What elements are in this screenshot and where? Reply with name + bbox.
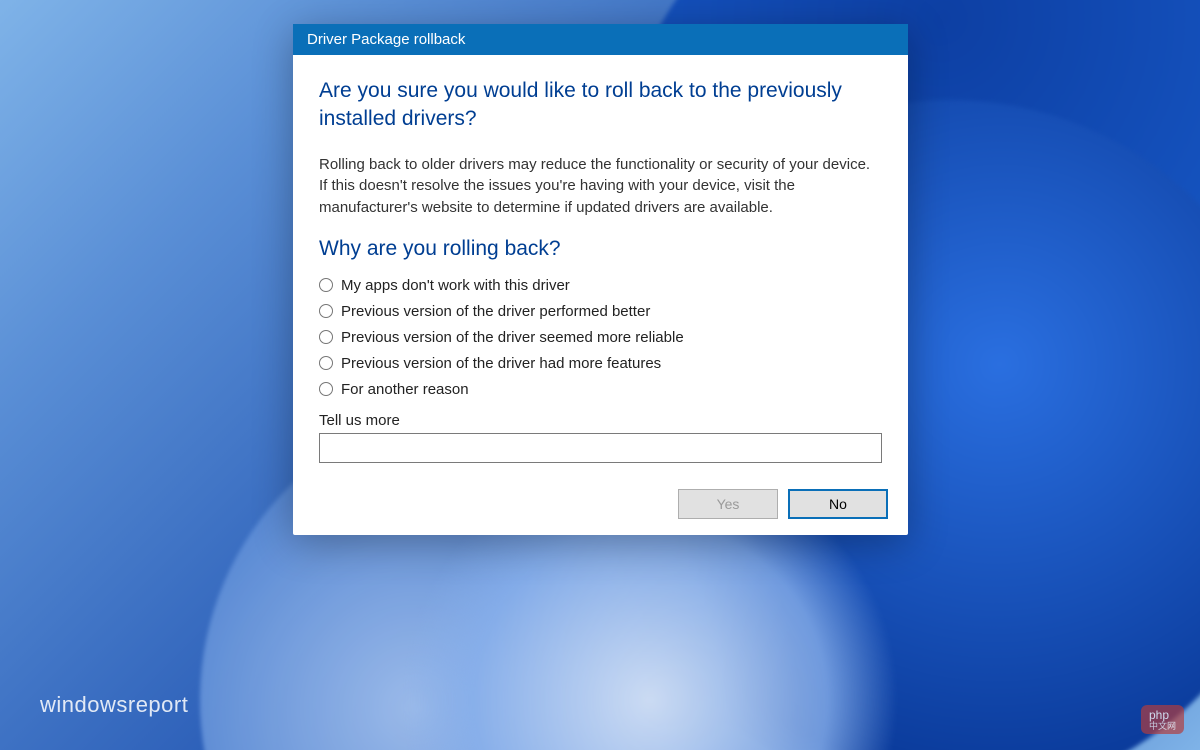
reason-radio[interactable] [319, 330, 333, 344]
dialog-content: Are you sure you would like to roll back… [293, 55, 908, 479]
reason-label: My apps don't work with this driver [341, 277, 570, 294]
windowsreport-watermark: windowsreport [40, 692, 188, 718]
reason-radio[interactable] [319, 382, 333, 396]
dialog-button-row: Yes No [293, 479, 908, 535]
reason-label: Previous version of the driver seemed mo… [341, 329, 684, 346]
reason-option-another-reason[interactable]: For another reason [319, 381, 882, 398]
dialog-warning-text: Rolling back to older drivers may reduce… [319, 154, 882, 219]
dialog-main-heading: Are you sure you would like to roll back… [319, 77, 882, 134]
reason-label: For another reason [341, 381, 469, 398]
reason-radio[interactable] [319, 356, 333, 370]
reason-label: Previous version of the driver had more … [341, 355, 661, 372]
watermark-php-sub: 中文网 [1149, 722, 1176, 731]
tell-us-more-label: Tell us more [319, 412, 882, 429]
reason-radio[interactable] [319, 278, 333, 292]
reason-option-apps-dont-work[interactable]: My apps don't work with this driver [319, 277, 882, 294]
reason-option-more-reliable[interactable]: Previous version of the driver seemed mo… [319, 329, 882, 346]
watermark-text-thin: windows [40, 692, 128, 717]
driver-rollback-dialog: Driver Package rollback Are you sure you… [293, 24, 908, 535]
dialog-reason-heading: Why are you rolling back? [319, 237, 882, 261]
reason-radio[interactable] [319, 304, 333, 318]
yes-button[interactable]: Yes [678, 489, 778, 519]
watermark-text-bold: report [128, 692, 188, 717]
rollback-reason-group: My apps don't work with this driver Prev… [319, 277, 882, 398]
dialog-titlebar[interactable]: Driver Package rollback [293, 24, 908, 55]
tell-us-more-input[interactable] [319, 433, 882, 463]
no-button[interactable]: No [788, 489, 888, 519]
reason-option-performed-better[interactable]: Previous version of the driver performed… [319, 303, 882, 320]
php-watermark: php 中文网 [1141, 705, 1184, 734]
dialog-title: Driver Package rollback [307, 31, 465, 48]
watermark-php-main: php [1149, 708, 1169, 722]
reason-label: Previous version of the driver performed… [341, 303, 650, 320]
reason-option-more-features[interactable]: Previous version of the driver had more … [319, 355, 882, 372]
